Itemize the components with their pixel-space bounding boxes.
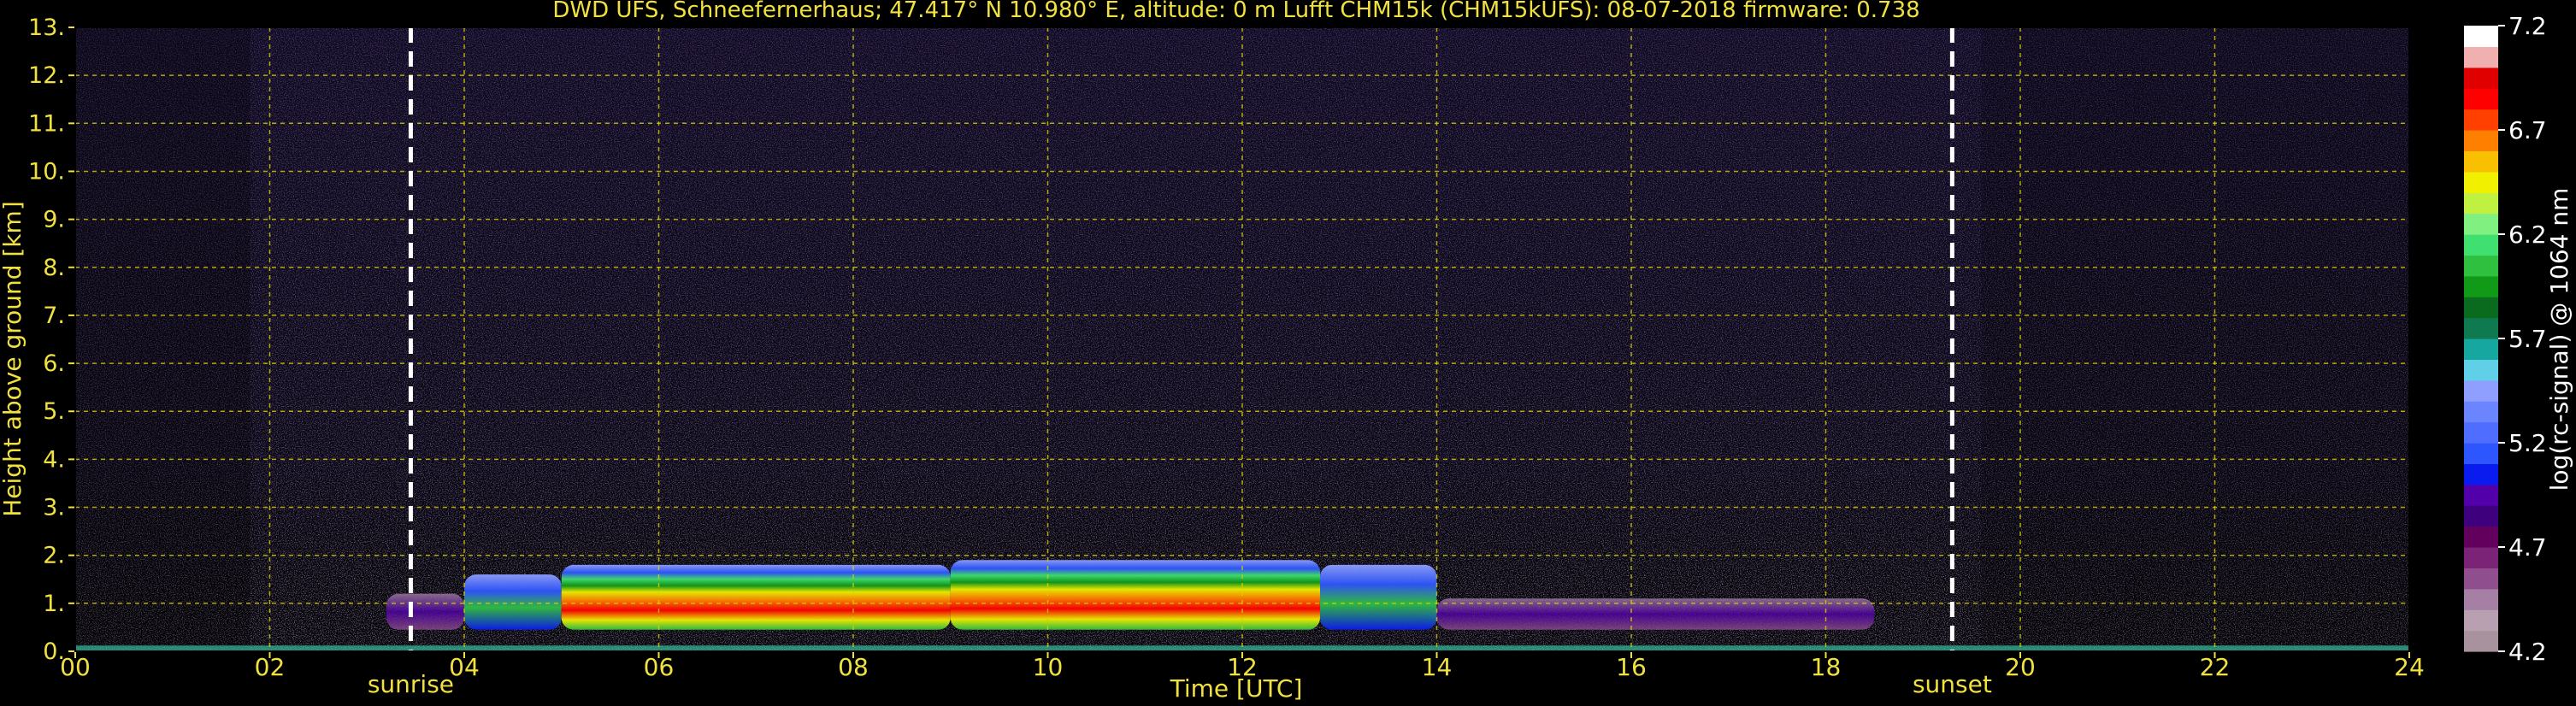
y-tick-label: 10. [28, 158, 65, 185]
colorbar-swatch [2464, 359, 2498, 381]
colorbar-swatch [2464, 67, 2498, 89]
x-tick-label: 14 [1422, 653, 1453, 681]
x-axis-label: Time [UTC] [1170, 674, 1303, 703]
y-tick-label: 8. [43, 255, 65, 281]
colorbar-tick-label: 6.2 [2508, 221, 2547, 249]
x-tick-label: 10 [1033, 653, 1064, 681]
y-tick-label: 0. [43, 638, 65, 665]
colorbar-swatch [2464, 109, 2498, 131]
y-tick-label: 4. [43, 446, 65, 473]
night-band-morning [75, 27, 251, 651]
cloud-segment [386, 593, 464, 630]
annotation-label: sunrise [368, 670, 454, 698]
y-tick-label: 9. [43, 207, 65, 233]
colorbar-swatch [2464, 88, 2498, 110]
colorbar-swatch [2464, 255, 2498, 277]
colorbar-swatch [2464, 130, 2498, 151]
colorbar-swatch [2464, 484, 2498, 506]
x-tick-label: 16 [1616, 653, 1647, 681]
colorbar-tick-label: 4.2 [2508, 638, 2547, 666]
cloud-segment [561, 564, 951, 630]
colorbar-swatch [2464, 526, 2498, 548]
y-tick-label: 6. [43, 350, 65, 377]
colorbar-swatch [2464, 297, 2498, 319]
y-axis-label: Height above ground [km] [0, 201, 27, 517]
colorbar-swatch [2464, 401, 2498, 423]
colorbar: 4.2 4.7 5.2 5.7 6.2 6.7 7.2 [2464, 12, 2547, 666]
cloud-segment [464, 574, 562, 630]
ceilometer-chart: sunrise sunset 00 02 04 06 08 10 12 14 16 18 20 22 24… [0, 0, 2573, 703]
colorbar-swatch [2464, 213, 2498, 235]
y-tick-label: 1. [43, 591, 65, 617]
chart-title: DWD UFS, Schneefernerhaus; 47.417° N 10.… [552, 0, 1919, 23]
y-tick-label: 12. [28, 62, 65, 89]
colorbar-swatch [2464, 630, 2498, 652]
colorbar-swatch [2464, 46, 2498, 68]
y-tick-label: 11. [28, 110, 65, 137]
colorbar-swatch [2464, 443, 2498, 464]
x-tick-label: 02 [255, 653, 286, 681]
colorbar-swatch [2464, 421, 2498, 444]
colorbar-swatch [2464, 588, 2498, 610]
x-tick-label: 18 [1811, 653, 1842, 681]
colorbar-swatch [2464, 379, 2498, 402]
colorbar-label: log(rc-signal) @ 1064 nm [2545, 188, 2573, 491]
colorbar-swatch [2464, 275, 2498, 297]
colorbar-tick-label: 7.2 [2508, 12, 2547, 40]
y-tick-label: 7. [43, 303, 65, 329]
x-tick-label: 04 [449, 653, 480, 681]
colorbar-swatch [2464, 463, 2498, 485]
colorbar-swatch [2464, 317, 2498, 339]
colorbar-swatch [2464, 568, 2498, 590]
x-tick-label: 08 [838, 653, 869, 681]
colorbar-tick-label: 6.7 [2508, 116, 2547, 144]
colorbar-swatch [2464, 609, 2498, 632]
x-tick-label: 06 [644, 653, 675, 681]
y-tick-label: 3. [43, 495, 65, 521]
cloud-segment [1436, 598, 1875, 630]
cloud-segment [1320, 564, 1437, 630]
x-tick-label: 22 [2200, 653, 2231, 681]
x-tick-label: 20 [2005, 653, 2036, 681]
colorbar-swatch [2464, 26, 2498, 47]
annotation-label: sunset [1913, 670, 1992, 698]
y-tick-label: 5. [43, 398, 65, 425]
cloud-segment [950, 560, 1320, 630]
colorbar-tick-label: 5.2 [2508, 429, 2547, 457]
colorbar-swatch [2464, 192, 2498, 215]
colorbar-swatch [2464, 547, 2498, 568]
colorbar-swatch [2464, 171, 2498, 193]
colorbar-swatch [2464, 338, 2498, 360]
colorbar-swatch [2464, 234, 2498, 256]
colorbar-tick-label: 4.7 [2508, 533, 2547, 562]
colorbar-tick-label: 5.7 [2508, 325, 2547, 353]
colorbar-swatch [2464, 150, 2498, 173]
y-tick-label: 13. [28, 15, 65, 41]
colorbar-swatch [2464, 505, 2498, 527]
x-tick-label: 24 [2394, 653, 2425, 681]
y-tick-label: 2. [43, 543, 65, 569]
night-band-evening [1981, 27, 2409, 651]
